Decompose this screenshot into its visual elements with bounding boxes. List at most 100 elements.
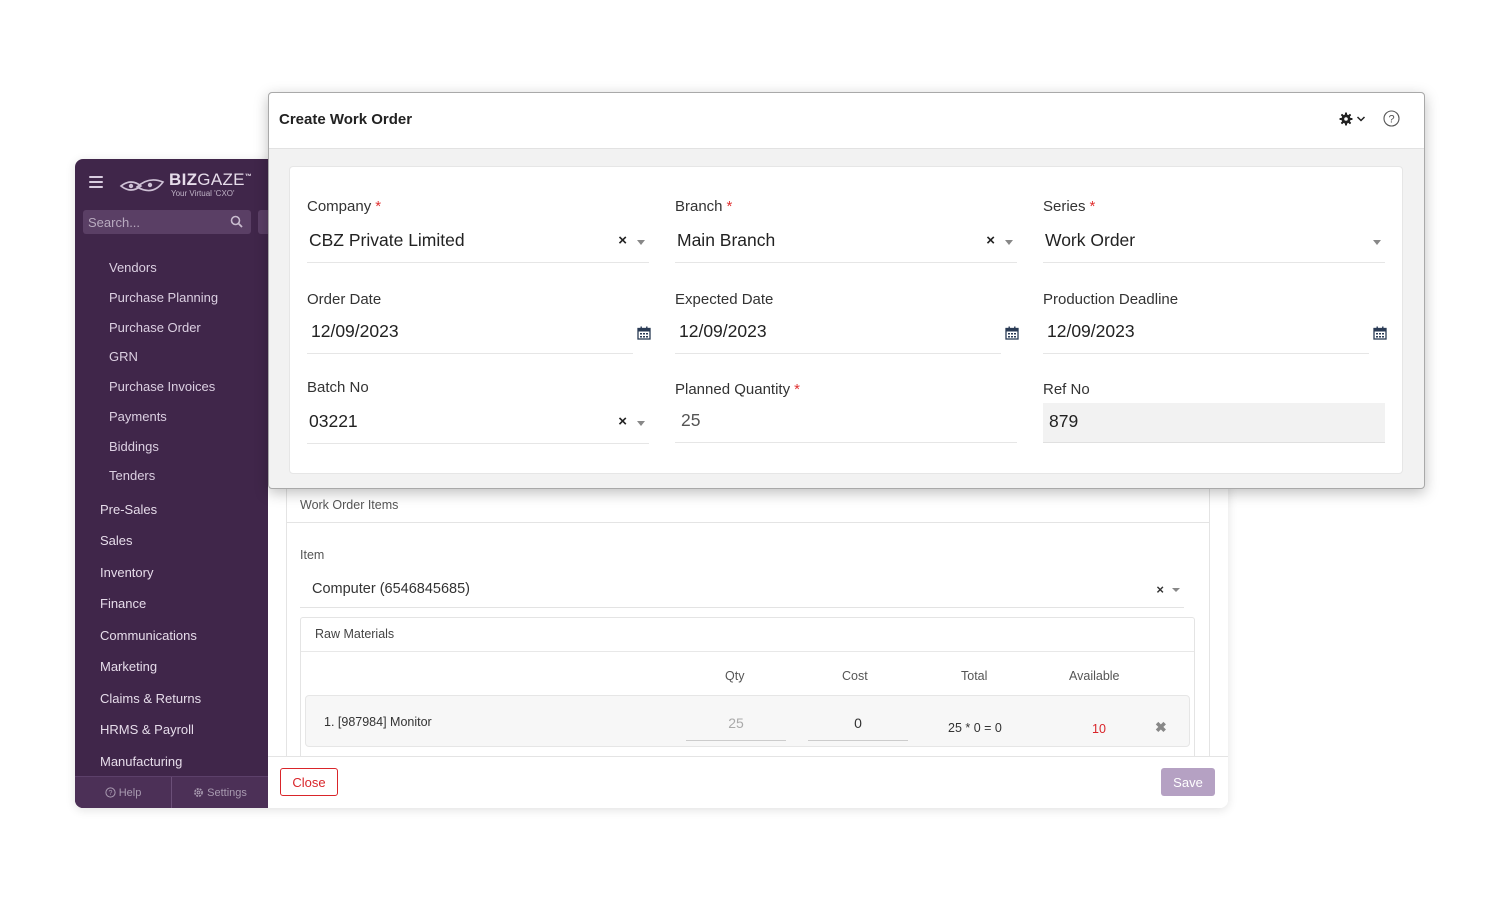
batch-no-value: 03221 [309, 411, 358, 431]
modal-header: Create Work Order ? [269, 93, 1424, 149]
production-deadline-value: 12/09/2023 [1047, 321, 1135, 341]
chevron-down-icon[interactable] [637, 240, 645, 245]
help-circle-icon: ? [105, 787, 116, 798]
save-button[interactable]: Save [1161, 768, 1215, 796]
sidebar-item-vendors[interactable]: Vendors [109, 260, 157, 275]
form-footer: Close Save [268, 756, 1228, 808]
sidebar-item-purchase-invoices[interactable]: Purchase Invoices [109, 379, 215, 394]
raw-material-name: 1. [987984] Monitor [324, 715, 432, 729]
sidebar-item-claims-returns[interactable]: Claims & Returns [100, 691, 201, 706]
planned-quantity-label: Planned Quantity * [675, 381, 800, 398]
chevron-down-icon[interactable] [1172, 588, 1180, 592]
planned-quantity-value: 25 [681, 410, 701, 430]
raw-material-cost-input[interactable]: 0 [808, 709, 908, 741]
order-date-label: Order Date [307, 291, 382, 308]
column-header-qty: Qty [725, 669, 745, 683]
calendar-icon[interactable] [1373, 326, 1387, 340]
help-link[interactable]: ? Help [75, 777, 172, 808]
sidebar-item-finance[interactable]: Finance [100, 596, 146, 611]
modal-title: Create Work Order [279, 111, 413, 128]
item-select[interactable]: Computer (6546845685) × [300, 571, 1184, 608]
sidebar-search-input[interactable] [83, 210, 213, 234]
ref-no-label: Ref No [1043, 381, 1090, 398]
sidebar-item-purchase-planning[interactable]: Purchase Planning [109, 290, 218, 305]
create-work-order-modal: Create Work Order ? Company * CBZ Privat… [268, 92, 1425, 489]
batch-no-select[interactable]: 03221 × [307, 404, 649, 444]
sidebar-item-tenders[interactable]: Tenders [109, 468, 155, 483]
svg-text:?: ? [1388, 114, 1394, 126]
sidebar-item-grn[interactable]: GRN [109, 349, 138, 364]
bizgaze-logo: BIZGAZE™ Your Virtual 'CXO' [119, 169, 253, 199]
clear-icon[interactable]: × [618, 232, 627, 249]
chevron-down-icon[interactable] [1005, 240, 1013, 245]
raw-material-total: 25 * 0 = 0 [948, 721, 1002, 735]
logo-tagline: Your Virtual 'CXO' [171, 189, 235, 198]
branch-label: Branch * [675, 198, 733, 215]
clear-icon[interactable]: × [1156, 582, 1164, 597]
ref-no-input[interactable]: 879 [1043, 403, 1385, 443]
raw-materials-box: Raw Materials Qty Cost Total Available 1… [300, 617, 1195, 767]
clear-icon[interactable]: × [618, 413, 627, 430]
column-header-cost: Cost [842, 669, 868, 683]
company-value: CBZ Private Limited [309, 230, 465, 250]
item-select-value: Computer (6546845685) [312, 581, 470, 597]
company-select[interactable]: CBZ Private Limited × [307, 223, 649, 263]
sidebar-item-biddings[interactable]: Biddings [109, 439, 159, 454]
planned-quantity-input[interactable]: 25 [675, 403, 1017, 443]
raw-materials-title: Raw Materials [301, 618, 1194, 652]
order-date-value: 12/09/2023 [311, 321, 399, 341]
chevron-down-icon[interactable] [637, 421, 645, 426]
gear-icon [194, 788, 204, 797]
close-button[interactable]: Close [280, 768, 338, 796]
chevron-down-icon [1356, 116, 1366, 122]
sidebar-search [83, 210, 251, 234]
item-label: Item [300, 548, 325, 562]
calendar-icon[interactable] [1005, 326, 1019, 340]
chevron-down-icon[interactable] [1373, 240, 1381, 245]
series-value: Work Order [1045, 230, 1136, 250]
settings-dropdown[interactable] [1339, 112, 1366, 126]
raw-material-qty-input[interactable]: 25 [686, 709, 786, 741]
sidebar-footer: ? Help Settings [75, 776, 268, 808]
help-label: Help [118, 786, 142, 799]
sidebar-item-inventory[interactable]: Inventory [100, 565, 153, 580]
column-header-total: Total [961, 669, 988, 683]
work-order-form: Company * CBZ Private Limited × Branch * M… [289, 166, 1403, 474]
sidebar-item-marketing[interactable]: Marketing [100, 659, 157, 674]
expected-date-input[interactable]: 12/09/2023 [675, 314, 1019, 354]
sidebar: BIZGAZE™ Your Virtual 'CXO' Vendors Purc… [75, 159, 270, 808]
sidebar-item-hrms-payroll[interactable]: HRMS & Payroll [100, 722, 194, 737]
batch-no-label: Batch No [307, 379, 369, 396]
branch-value: Main Branch [677, 230, 776, 250]
remove-icon[interactable]: ✖ [1155, 719, 1167, 736]
menu-icon[interactable] [89, 176, 103, 188]
sidebar-item-manufacturing[interactable]: Manufacturing [100, 754, 182, 769]
production-deadline-label: Production Deadline [1043, 291, 1179, 308]
branch-select[interactable]: Main Branch × [675, 223, 1017, 263]
expected-date-label: Expected Date [675, 291, 774, 308]
settings-link[interactable]: Settings [172, 777, 268, 808]
raw-material-row: 1. [987984] Monitor 25 0 25 * 0 = 0 10 ✖ [305, 695, 1190, 747]
logo-mark-icon [119, 179, 165, 192]
series-select[interactable]: Work Order [1043, 223, 1385, 263]
settings-label: Settings [207, 786, 247, 799]
raw-material-available: 10 [1092, 722, 1106, 736]
production-deadline-input[interactable]: 12/09/2023 [1043, 314, 1387, 354]
sidebar-item-communications[interactable]: Communications [100, 628, 197, 643]
help-circle-icon[interactable]: ? [1383, 110, 1400, 127]
sidebar-item-sales[interactable]: Sales [100, 533, 133, 548]
work-order-items-title: Work Order Items [286, 489, 1210, 523]
sidebar-item-purchase-order[interactable]: Purchase Order [109, 320, 201, 335]
search-icon[interactable] [230, 215, 243, 228]
series-label: Series * [1043, 198, 1096, 215]
sidebar-item-pre-sales[interactable]: Pre-Sales [100, 502, 157, 517]
company-label: Company * [307, 198, 382, 215]
column-header-available: Available [1069, 669, 1120, 683]
calendar-icon[interactable] [637, 326, 651, 340]
order-date-input[interactable]: 12/09/2023 [307, 314, 651, 354]
gear-icon [1339, 112, 1353, 126]
sidebar-item-payments[interactable]: Payments [109, 409, 167, 424]
logo-wordmark: BIZGAZE™ [169, 170, 253, 189]
expected-date-value: 12/09/2023 [679, 321, 767, 341]
clear-icon[interactable]: × [986, 232, 995, 249]
